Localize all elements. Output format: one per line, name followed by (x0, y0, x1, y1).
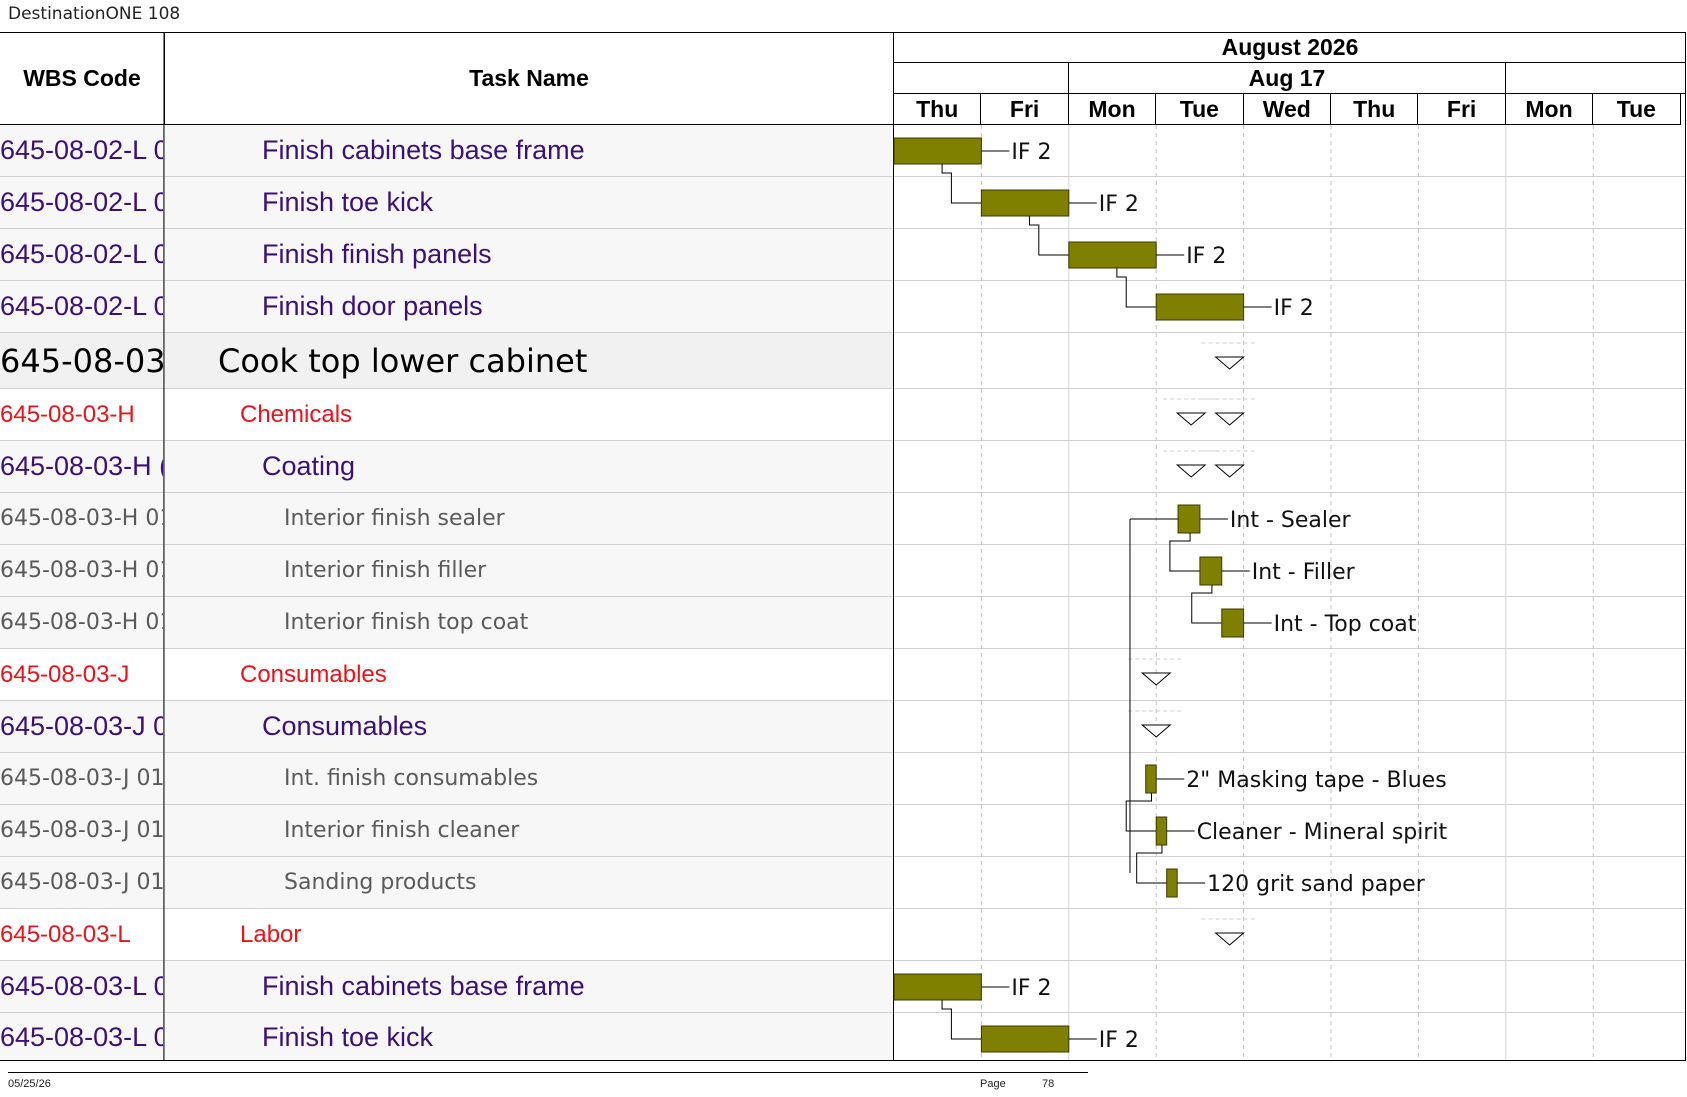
gantt-table: WBS Code Task Name August 2026 Aug 17 Th… (0, 32, 1686, 1061)
dependency-link (1191, 585, 1222, 624)
bar-label: IF 2 (1274, 296, 1314, 321)
task-bar (893, 137, 982, 165)
document-title: DestinationONE 108 (8, 4, 181, 24)
summary-marker (1214, 356, 1245, 370)
bar-label: IF 2 (1011, 976, 1051, 1001)
summary-marker (1214, 412, 1245, 426)
bar-label: IF 2 (1011, 140, 1051, 165)
dependency-link (1028, 216, 1069, 256)
bar-label: 2" Masking tape - Blues (1186, 768, 1446, 793)
task-bar (980, 1025, 1070, 1053)
task-bar (1221, 608, 1245, 638)
task-bar (980, 189, 1070, 217)
bar-label: Int - Sealer (1230, 508, 1352, 533)
bar-label: IF 2 (1186, 244, 1226, 269)
dependency-link (1116, 268, 1157, 308)
task-bar (893, 973, 982, 1001)
task-bar (1155, 816, 1168, 846)
summary-marker (1214, 464, 1245, 478)
dependency-link (1169, 533, 1200, 572)
footer-page-number: 78 (1042, 1078, 1055, 1090)
footer-rule (8, 1072, 1088, 1073)
gantt-chart: IF 2 IF 2 IF 2 IF 2 Int - Sealer Int - Filler… (163, 33, 1594, 1060)
task-bar (1145, 764, 1157, 794)
bar-label: Int - Filler (1252, 560, 1356, 585)
summary-marker (1214, 932, 1245, 946)
dependency-link (1136, 845, 1167, 884)
summary-marker (1175, 464, 1207, 478)
task-bar (1199, 556, 1223, 586)
dependency-link (941, 164, 982, 204)
bar-label: IF 2 (1099, 1028, 1139, 1053)
bar-label: 120 grit sand paper (1207, 872, 1426, 897)
bar-label: IF 2 (1099, 192, 1139, 217)
footer-date: 05/25/26 (8, 1078, 51, 1090)
task-bar (1166, 868, 1178, 898)
summary-marker (1175, 412, 1207, 426)
bar-label: Cleaner - Mineral spirit (1197, 820, 1448, 845)
summary-marker (1140, 672, 1172, 686)
footer-page-label: Page (980, 1078, 1006, 1090)
task-bar (1177, 504, 1201, 534)
summary-marker (1140, 724, 1172, 738)
bar-label: Int - Top coat (1274, 612, 1417, 637)
task-bar (1068, 241, 1157, 269)
task-bar (1155, 293, 1245, 321)
dependency-link (1125, 793, 1157, 832)
dependency-link (941, 1000, 982, 1040)
